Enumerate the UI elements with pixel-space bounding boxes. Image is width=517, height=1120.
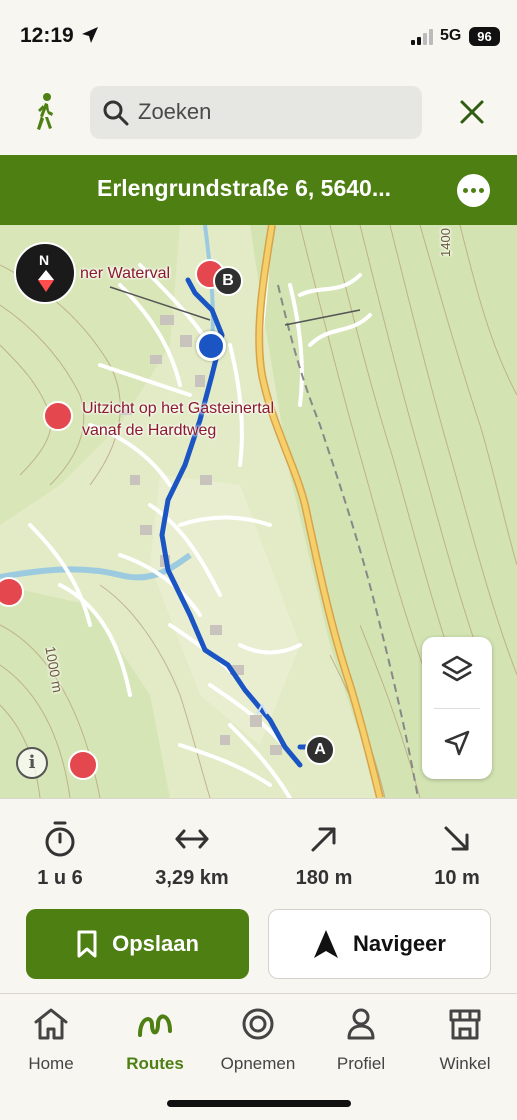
compass-button[interactable]: N bbox=[14, 242, 76, 304]
stat-value: 3,29 km bbox=[155, 867, 229, 889]
location-arrow-icon bbox=[82, 27, 98, 43]
more-dot-icon bbox=[463, 188, 468, 193]
stat-ascent: 180 m bbox=[269, 821, 379, 890]
profile-icon bbox=[347, 1008, 375, 1040]
search-header: Zoeken bbox=[0, 76, 517, 155]
battery-indicator: 96 bbox=[469, 27, 500, 46]
tab-label: Winkel bbox=[439, 1054, 491, 1073]
home-icon bbox=[34, 1008, 68, 1040]
navigate-button[interactable]: Navigeer bbox=[268, 909, 491, 979]
save-button-label: Opslaan bbox=[112, 931, 199, 956]
stopwatch-icon bbox=[45, 821, 75, 857]
routes-icon bbox=[138, 1014, 172, 1037]
navigation-arrow-icon bbox=[314, 930, 339, 958]
tab-label: Opnemen bbox=[220, 1054, 296, 1073]
distance-icon bbox=[175, 829, 209, 849]
stat-value: 10 m bbox=[434, 867, 480, 889]
stat-value: 180 m bbox=[295, 867, 353, 889]
tab-label: Routes bbox=[126, 1054, 184, 1073]
route-title: Erlengrundstraße 6, 5640... bbox=[97, 175, 392, 201]
layers-icon bbox=[441, 655, 473, 682]
status-bar: 12:19 5G 96 bbox=[0, 0, 517, 76]
ascent-icon bbox=[311, 827, 336, 852]
tab-routes[interactable]: Routes bbox=[105, 1006, 205, 1074]
route-planner-screen: 12:19 5G 96 Zoeken Erlengrundstraße 6, 5… bbox=[0, 0, 517, 1120]
tab-profile[interactable]: Profiel bbox=[311, 1006, 411, 1074]
map-info-button[interactable]: i bbox=[16, 747, 48, 779]
record-icon bbox=[242, 1008, 274, 1040]
search-placeholder: Zoeken bbox=[138, 99, 212, 124]
current-location-dot bbox=[196, 331, 226, 361]
stat-value: 1 u 6 bbox=[37, 867, 83, 889]
route-start-marker[interactable]: A bbox=[305, 735, 335, 765]
more-dot-icon bbox=[471, 188, 476, 193]
poi-label-waterfall: ner Waterval bbox=[80, 265, 171, 282]
search-input[interactable]: Zoeken bbox=[90, 86, 422, 139]
hiking-icon[interactable] bbox=[30, 92, 60, 132]
more-options-button[interactable] bbox=[457, 174, 490, 207]
tab-record[interactable]: Opnemen bbox=[208, 1006, 308, 1074]
bookmark-icon bbox=[77, 930, 97, 958]
poi-label-viewpoint: Uitzicht op het Gasteinertal bbox=[82, 400, 275, 417]
map-controls bbox=[422, 637, 492, 779]
route-stats: 1 u 6 3,29 km 180 m 10 m bbox=[0, 798, 517, 903]
bottom-tab-bar: Home Routes Opnemen Profiel Winkel bbox=[0, 993, 517, 1120]
cellular-signal-icon bbox=[411, 29, 433, 45]
home-indicator bbox=[167, 1100, 351, 1107]
status-time: 12:19 bbox=[20, 24, 74, 47]
poi-label-viewpoint-sub: vanaf de Hardtweg bbox=[82, 422, 217, 439]
map-view[interactable]: ner Waterval Uitzicht op het Gasteinerta… bbox=[0, 225, 517, 798]
navigate-button-label: Navigeer bbox=[353, 931, 446, 956]
save-button[interactable]: Opslaan bbox=[26, 909, 249, 979]
stat-descent: 10 m bbox=[402, 821, 512, 890]
search-icon bbox=[103, 100, 129, 126]
route-end-marker[interactable]: B bbox=[213, 266, 243, 296]
more-dot-icon bbox=[479, 188, 484, 193]
close-icon[interactable] bbox=[458, 98, 486, 126]
descent-icon bbox=[444, 826, 469, 851]
route-title-bar: Erlengrundstraße 6, 5640... bbox=[0, 155, 517, 225]
shop-icon bbox=[449, 1009, 481, 1040]
contour-label: 1400 bbox=[438, 228, 453, 257]
tab-home[interactable]: Home bbox=[1, 1006, 101, 1074]
stat-distance: 3,29 km bbox=[137, 821, 247, 890]
hiking-poi-icon[interactable] bbox=[68, 750, 98, 780]
map-layers-button[interactable] bbox=[422, 637, 492, 708]
tab-shop[interactable]: Winkel bbox=[415, 1006, 515, 1074]
network-type: 5G bbox=[440, 27, 462, 44]
compass-needle-icon bbox=[38, 270, 54, 292]
locate-me-button[interactable] bbox=[422, 709, 492, 779]
compass-north-label: N bbox=[39, 252, 50, 268]
tab-label: Profiel bbox=[336, 1054, 386, 1073]
location-arrow-icon bbox=[444, 730, 470, 756]
stat-duration: 1 u 6 bbox=[5, 821, 115, 890]
hiking-poi-icon[interactable] bbox=[43, 401, 73, 431]
tab-label: Home bbox=[28, 1054, 74, 1073]
